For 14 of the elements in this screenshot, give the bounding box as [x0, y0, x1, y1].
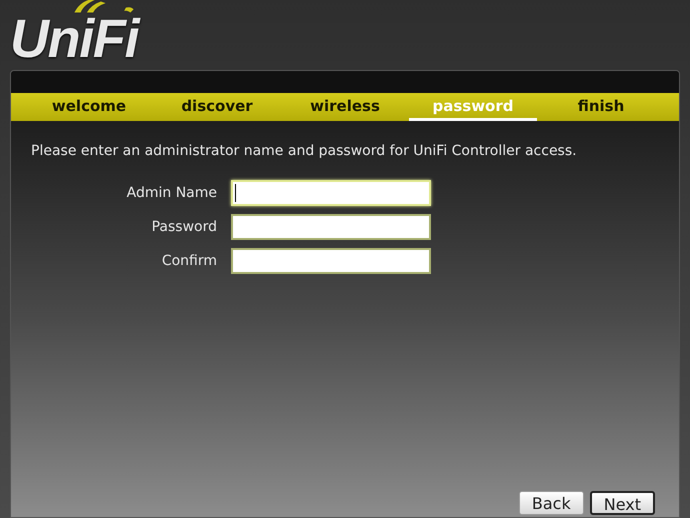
field-label: Password: [150, 218, 218, 236]
text-cursor: [235, 184, 236, 202]
nav-button[interactable]: Next: [590, 491, 655, 515]
nav-button[interactable]: Back: [518, 491, 584, 515]
field-label: Admin Name: [126, 184, 218, 202]
input-field[interactable]: [231, 248, 431, 274]
instructions-text: Please enter an administrator name and password for UniFi Controller access.: [31, 142, 578, 161]
input-field[interactable]: [231, 214, 431, 240]
step-tab[interactable]: finish: [537, 93, 665, 121]
step-tab[interactable]: welcome: [25, 93, 153, 121]
field-label: Confirm: [160, 252, 218, 270]
logo-text: UniFi: [10, 12, 138, 66]
step-tab[interactable]: wireless: [281, 93, 409, 121]
step-tab[interactable]: discover: [153, 93, 281, 121]
